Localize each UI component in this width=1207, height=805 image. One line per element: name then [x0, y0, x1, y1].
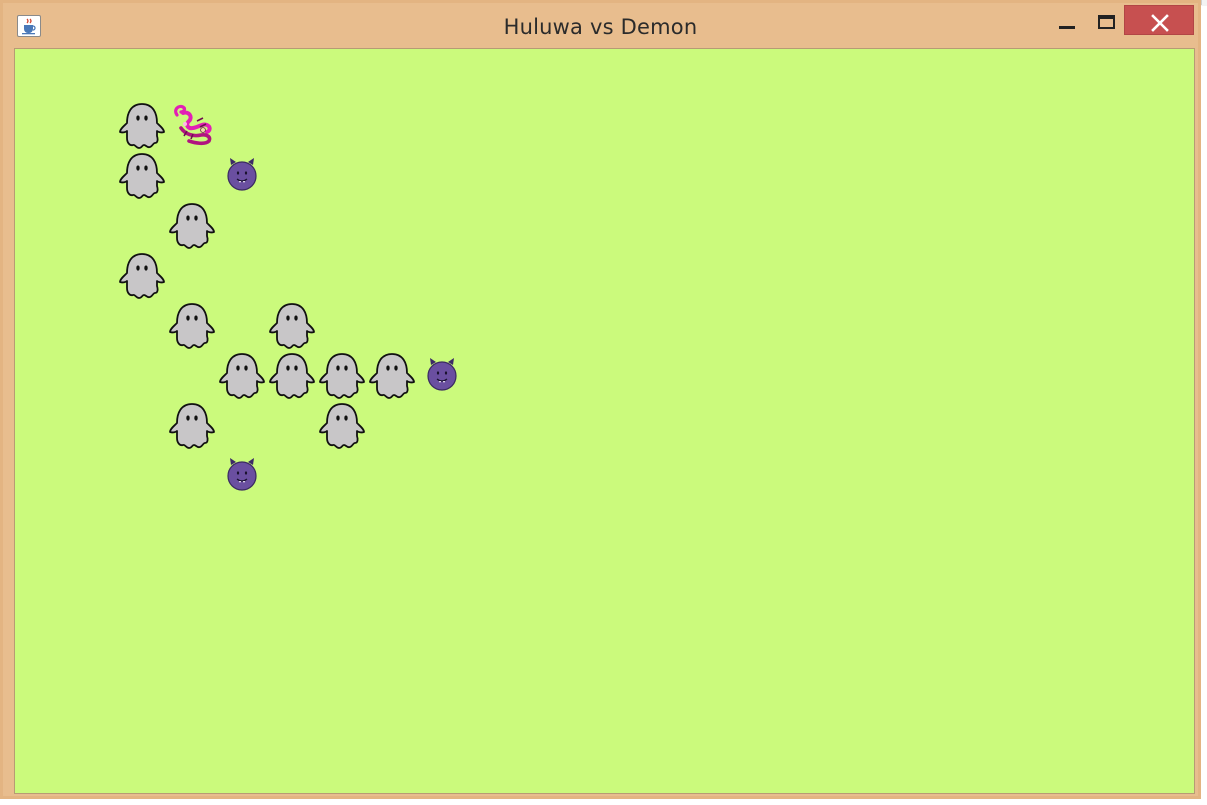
ghost-icon: [117, 151, 167, 201]
scorpion-icon: [167, 101, 217, 151]
ghost-icon: [117, 101, 167, 151]
window-title: Huluwa vs Demon: [503, 15, 698, 39]
ghost-icon: [267, 351, 317, 401]
ghost-icon: [117, 251, 167, 301]
ghost-icon: [267, 301, 317, 351]
purple-demon-icon: [417, 351, 467, 401]
minimize-button[interactable]: [1049, 5, 1085, 35]
close-icon: [1151, 14, 1169, 32]
ghost-icon: [367, 351, 417, 401]
ghost-icon: [317, 351, 367, 401]
purple-demon-icon: [217, 451, 267, 501]
ghost-icon: [167, 401, 217, 451]
battlefield-canvas[interactable]: [14, 48, 1195, 794]
app-window: Huluwa vs Demon: [0, 0, 1201, 799]
close-button[interactable]: [1124, 5, 1194, 35]
maximize-button[interactable]: [1088, 5, 1124, 35]
ghost-icon: [217, 351, 267, 401]
ghost-icon: [167, 201, 217, 251]
ghost-icon: [167, 301, 217, 351]
ghost-icon: [317, 401, 367, 451]
maximize-icon: [1098, 15, 1115, 29]
title-bar[interactable]: Huluwa vs Demon: [3, 3, 1198, 47]
purple-demon-icon: [217, 151, 267, 201]
minimize-icon: [1059, 26, 1075, 29]
